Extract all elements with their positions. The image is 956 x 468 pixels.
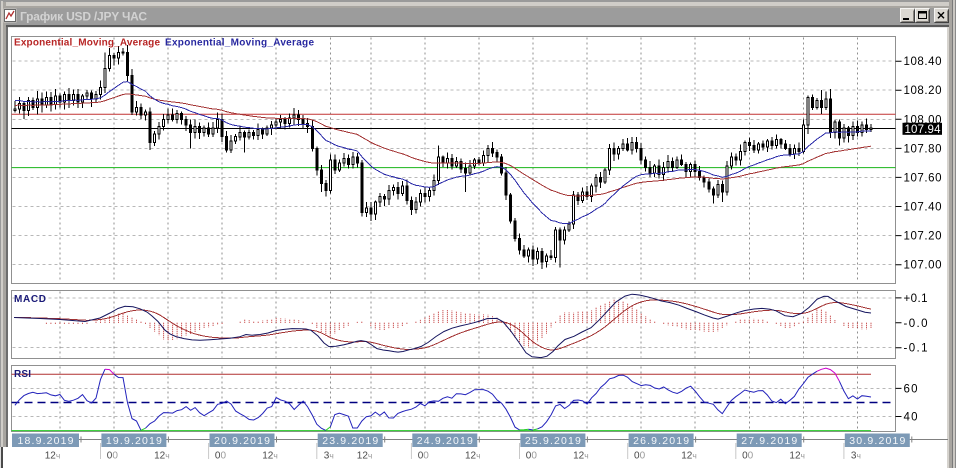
svg-text:107.94: 107.94: [905, 124, 942, 136]
svg-text:107.80: 107.80: [904, 143, 942, 155]
svg-text:Exponential_Moving_Average: Exponential_Moving_Average: [165, 38, 314, 49]
svg-text:00: 00: [418, 451, 430, 462]
svg-text:12ч: 12ч: [573, 451, 589, 462]
svg-text:00: 00: [634, 451, 646, 462]
svg-text:00: 00: [742, 451, 754, 462]
svg-text:12ч: 12ч: [681, 451, 697, 462]
svg-text:RSI: RSI: [14, 369, 31, 380]
svg-text:00: 00: [107, 451, 119, 462]
svg-text:12ч: 12ч: [465, 451, 481, 462]
svg-text:107.20: 107.20: [904, 231, 942, 243]
svg-text:12ч: 12ч: [154, 451, 170, 462]
svg-text:MACD: MACD: [14, 294, 46, 305]
svg-text:Exponential_Moving_Average: Exponential_Moving_Average: [14, 38, 160, 49]
svg-text:40: 40: [904, 412, 918, 424]
svg-text:00: 00: [526, 451, 538, 462]
svg-text:+0.1: +0.1: [904, 293, 928, 305]
svg-text:3ч: 3ч: [851, 451, 861, 462]
svg-text:00: 00: [215, 451, 227, 462]
svg-text:60: 60: [904, 383, 918, 395]
svg-text:108.40: 108.40: [904, 56, 942, 68]
svg-text:График USD /JPY ЧАС: График USD /JPY ЧАС: [20, 10, 147, 24]
svg-text:3ч: 3ч: [324, 451, 334, 462]
svg-text:12ч: 12ч: [262, 451, 278, 462]
svg-text:12ч: 12ч: [45, 451, 61, 462]
svg-text:107.40: 107.40: [904, 202, 942, 214]
svg-text:107.00: 107.00: [904, 260, 942, 272]
svg-text:107.60: 107.60: [904, 172, 942, 184]
svg-text:108.20: 108.20: [904, 85, 942, 97]
svg-text:12ч: 12ч: [357, 451, 373, 462]
svg-text:12ч: 12ч: [789, 451, 805, 462]
